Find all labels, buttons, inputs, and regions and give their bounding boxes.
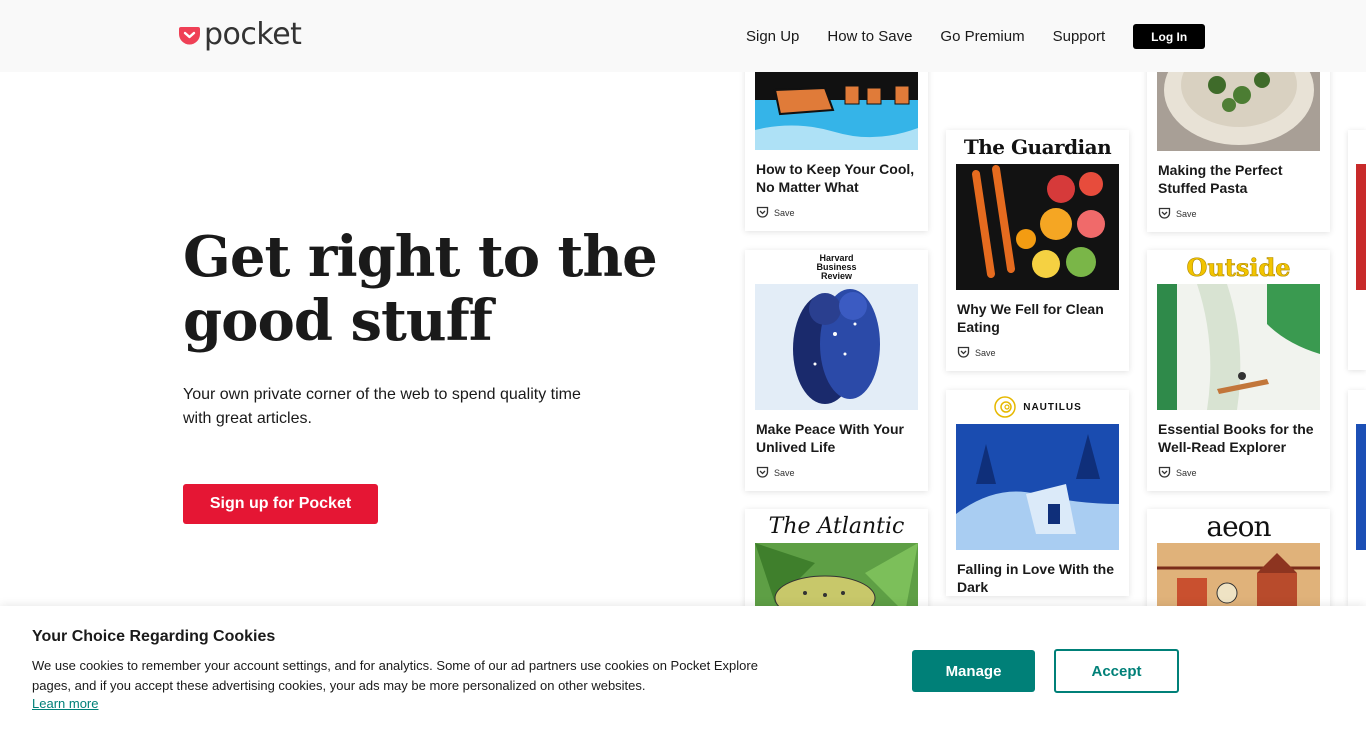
publisher-logo: The Atlantic (768, 513, 905, 539)
cookie-banner: Your Choice Regarding Cookies We use coo… (0, 606, 1366, 738)
publisher-name: Harvard Business Review (816, 252, 857, 281)
nav-go-premium-link[interactable]: Go Premium (940, 25, 1024, 49)
sign-up-for-pocket-button[interactable]: Sign up for Pocket (183, 484, 378, 524)
save-label: Save (975, 347, 996, 358)
cookie-body: We use cookies to remember your account … (32, 658, 758, 693)
publisher-logo: Harvard Business Review (745, 250, 928, 284)
main-nav: Sign Up How to Save Go Premium Support L… (746, 24, 1206, 49)
article-image (1356, 424, 1366, 550)
pocket-logo-icon (179, 27, 200, 45)
save-button[interactable]: Save (756, 206, 917, 219)
save-label: Save (1176, 467, 1197, 478)
publisher-logo: aeon (1206, 509, 1271, 543)
article-image (1157, 284, 1320, 410)
article-image (755, 284, 918, 410)
article-image (1356, 164, 1366, 290)
article-title: Essential Books for the Well-Read Explor… (1158, 421, 1314, 455)
logo-wordmark: pocket (204, 17, 302, 52)
hero-title: Get right to the good stuff (183, 224, 658, 354)
pocket-save-icon (756, 466, 769, 478)
save-label: Save (774, 467, 795, 478)
save-button[interactable]: Save (957, 346, 1118, 359)
pocket-save-icon (1158, 207, 1171, 219)
manage-button[interactable]: Manage (912, 650, 1035, 692)
article-illustration (1157, 284, 1320, 410)
article-image (956, 164, 1119, 290)
site-header: pocket Sign Up How to Save Go Premium Su… (0, 0, 1366, 72)
save-button[interactable]: Save (756, 466, 917, 479)
publisher-logo: NAUTILUS (946, 390, 1129, 424)
nav-how-to-save-link[interactable]: How to Save (827, 25, 912, 49)
article-card[interactable]: Outside Essential Books for the Well-Rea… (1147, 250, 1330, 491)
article-title: Making the Perfect Stuffed Pasta (1158, 162, 1283, 196)
article-illustration (755, 284, 918, 410)
article-title: Why We Fell for Clean Eating (957, 301, 1104, 335)
log-in-button[interactable]: Log In (1133, 24, 1206, 49)
article-image (755, 70, 918, 150)
hero-subtitle: Your own private corner of the web to sp… (183, 386, 581, 427)
article-card[interactable] (1348, 390, 1366, 606)
nautilus-logo-icon (994, 396, 1016, 418)
article-illustration (956, 164, 1119, 290)
article-illustration (1157, 70, 1320, 151)
nav-support-link[interactable]: Support (1053, 25, 1106, 49)
publisher-logo: The Guardian (963, 135, 1112, 159)
article-title: Make Peace With Your Unlived Life (756, 421, 904, 455)
publisher-logo: Outside (1186, 252, 1291, 282)
pocket-save-icon (1158, 466, 1171, 478)
article-card[interactable] (1348, 130, 1366, 370)
article-card[interactable]: The Guardian Why We Fell for Clean Eatin… (946, 130, 1129, 371)
pocket-logo[interactable]: pocket (179, 17, 302, 52)
cookie-heading: Your Choice Regarding Cookies (32, 628, 276, 645)
publisher-name: NAUTILUS (1023, 401, 1082, 413)
pocket-save-icon (957, 346, 970, 358)
article-illustration (755, 70, 918, 150)
save-label: Save (774, 207, 795, 218)
learn-more-link[interactable]: Learn more (32, 696, 98, 711)
save-label: Save (1176, 208, 1197, 219)
accept-button[interactable]: Accept (1054, 649, 1179, 693)
article-title: Falling in Love With the Dark (957, 561, 1114, 595)
article-image (956, 424, 1119, 550)
nav-sign-up-link[interactable]: Sign Up (746, 25, 799, 49)
article-image (1157, 70, 1320, 151)
article-title: How to Keep Your Cool, No Matter What (756, 161, 915, 195)
article-card[interactable]: NAUTILUS Falling in Love With the Dark (946, 390, 1129, 596)
article-card[interactable]: Harvard Business Review Make Peace With … (745, 250, 928, 491)
save-button[interactable]: Save (1158, 207, 1319, 220)
pocket-save-icon (756, 206, 769, 218)
save-button[interactable]: Save (1158, 466, 1319, 479)
article-illustration (956, 424, 1119, 550)
